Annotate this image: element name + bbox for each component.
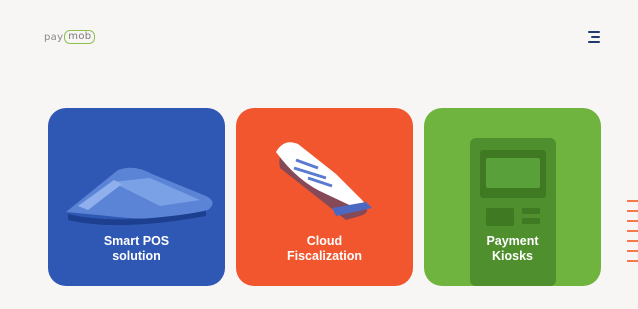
card-title-line2: Fiscalization: [286, 249, 363, 263]
card-title-line2: solution: [112, 249, 161, 263]
card-payment-kiosks[interactable]: Payment Kiosks: [424, 108, 601, 286]
logo[interactable]: pay mob: [44, 30, 96, 44]
card-smart-pos[interactable]: Smart POS solution: [48, 108, 225, 286]
card-title-line1: Cloud: [306, 234, 343, 248]
card-title-line1: Payment: [486, 234, 539, 248]
hamburger-menu-icon[interactable]: [585, 28, 603, 46]
card-title-line1: Smart POS: [103, 234, 170, 248]
card-cloud-fiscalization[interactable]: Cloud Fiscalization: [236, 108, 413, 286]
page: pay mob Smart POS solution Cloud Fiscali…: [0, 0, 638, 309]
logo-text-pay: pay: [44, 31, 64, 43]
card-title-line2: Kiosks: [492, 249, 533, 263]
logo-text-mob: mob: [64, 30, 96, 44]
scroll-indicator[interactable]: [627, 200, 638, 272]
